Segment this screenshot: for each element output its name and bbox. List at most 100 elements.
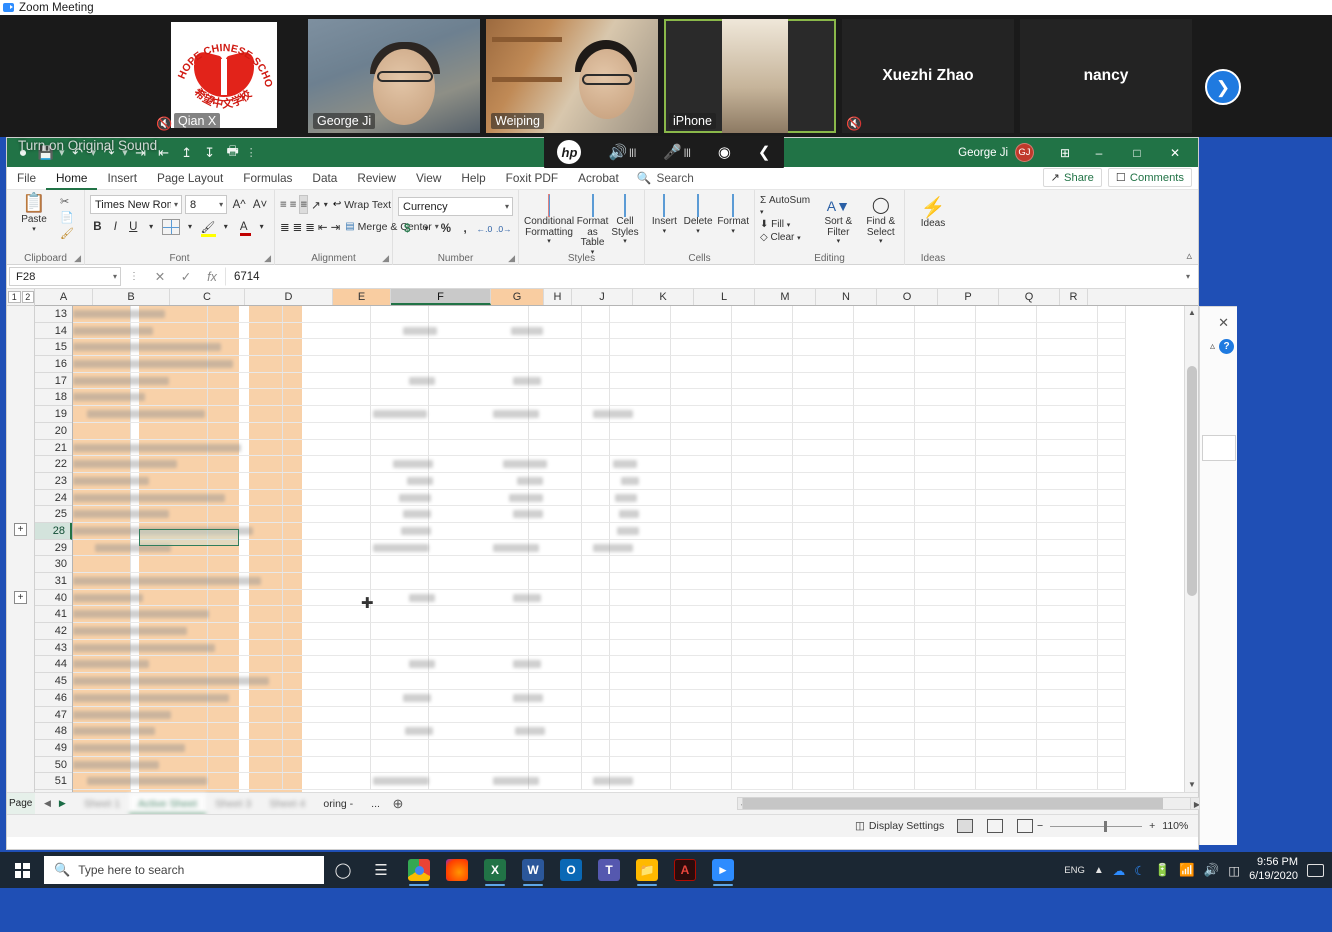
cell-M40[interactable] xyxy=(793,589,854,607)
column-header-k[interactable]: K xyxy=(633,289,694,305)
conditional-formatting-button[interactable]: Conditional Formatting ▾ xyxy=(524,194,574,245)
cell-C51[interactable] xyxy=(208,773,283,790)
cell-H40[interactable] xyxy=(582,589,610,607)
table-row[interactable] xyxy=(73,489,1184,507)
cell-C43[interactable] xyxy=(208,639,283,657)
cell-K17[interactable] xyxy=(671,372,732,390)
cell-G50[interactable] xyxy=(529,756,582,774)
cell-K29[interactable] xyxy=(671,539,732,557)
cell-C44[interactable] xyxy=(208,656,283,674)
row-header-20[interactable]: 20 xyxy=(35,423,72,440)
cell-Q44[interactable] xyxy=(1037,656,1098,674)
cell-R30[interactable] xyxy=(1098,556,1126,573)
outline-level-1-button[interactable]: 1 xyxy=(8,291,21,303)
row-header-15[interactable]: 15 xyxy=(35,339,72,357)
cell-E50[interactable] xyxy=(371,756,429,774)
cell-E21[interactable] xyxy=(371,439,429,457)
cell-D30[interactable] xyxy=(283,556,371,573)
cell-Q43[interactable] xyxy=(1037,639,1098,657)
cell-R29[interactable] xyxy=(1098,539,1126,557)
row-header-40[interactable]: 40 xyxy=(35,590,72,607)
cell-O44[interactable] xyxy=(915,656,976,674)
cell-M48[interactable] xyxy=(793,723,854,740)
cell-P40[interactable] xyxy=(976,589,1037,607)
volume-icon[interactable]: 🔊 xyxy=(1204,863,1220,878)
minimize-icon[interactable]: – xyxy=(1080,138,1118,167)
cell-K16[interactable] xyxy=(671,356,732,373)
fill-button[interactable]: ⬇ Fill ▾ xyxy=(760,219,814,230)
cell-R15[interactable] xyxy=(1098,339,1126,357)
cell-Q25[interactable] xyxy=(1037,506,1098,523)
row-header-44[interactable]: 44 xyxy=(35,656,72,674)
cell-Q50[interactable] xyxy=(1037,756,1098,774)
cell-M47[interactable] xyxy=(793,706,854,724)
cell-K41[interactable] xyxy=(671,606,732,624)
cell-P41[interactable] xyxy=(976,606,1037,624)
cell-M41[interactable] xyxy=(793,606,854,624)
table-row[interactable] xyxy=(73,372,1184,390)
cell-J50[interactable] xyxy=(610,756,671,774)
cell-Q41[interactable] xyxy=(1037,606,1098,624)
cell-M49[interactable] xyxy=(793,739,854,757)
insert-function-icon[interactable]: fx xyxy=(199,270,225,284)
cell-P47[interactable] xyxy=(976,706,1037,724)
cell-R19[interactable] xyxy=(1098,406,1126,423)
cell-C47[interactable] xyxy=(208,706,283,724)
table-row[interactable] xyxy=(73,623,1184,640)
cell-J21[interactable] xyxy=(610,439,671,457)
expand-group-row-40-button[interactable]: + xyxy=(14,591,27,604)
taskbar-app-acrobat[interactable]: A xyxy=(666,852,704,888)
column-header-b[interactable]: B xyxy=(93,289,170,305)
participant-tile-xuezhi-zhao[interactable]: Xuezhi Zhao 🔇 xyxy=(842,19,1014,133)
zoom-in-button[interactable]: + xyxy=(1149,820,1155,832)
cell-K44[interactable] xyxy=(671,656,732,674)
row-header-16[interactable]: 16 xyxy=(35,356,72,373)
cell-D18[interactable] xyxy=(283,389,371,407)
cell-P51[interactable] xyxy=(976,773,1037,790)
tab-file[interactable]: File xyxy=(7,167,46,190)
cell-D28[interactable] xyxy=(283,522,371,540)
cell-F48[interactable] xyxy=(429,723,529,740)
cell-O17[interactable] xyxy=(915,372,976,390)
formula-input[interactable]: 6714 xyxy=(225,267,1180,286)
cell-D19[interactable] xyxy=(283,406,371,423)
cell-K46[interactable] xyxy=(671,689,732,707)
cell-C18[interactable] xyxy=(208,389,283,407)
cell-H13[interactable] xyxy=(582,306,610,323)
row-header-28[interactable]: 28 xyxy=(35,522,72,540)
cell-Q24[interactable] xyxy=(1037,489,1098,507)
cell-O45[interactable] xyxy=(915,673,976,690)
cell-D48[interactable] xyxy=(283,723,371,740)
cell-O23[interactable] xyxy=(915,472,976,490)
cell-P30[interactable] xyxy=(976,556,1037,573)
cell-Q28[interactable] xyxy=(1037,522,1098,540)
taskbar-app-firefox[interactable] xyxy=(438,852,476,888)
cell-N15[interactable] xyxy=(854,339,915,357)
cell-M19[interactable] xyxy=(793,406,854,423)
table-row[interactable] xyxy=(73,706,1184,724)
autosum-button[interactable]: Σ AutoSum ▾ xyxy=(760,195,814,217)
cell-D49[interactable] xyxy=(283,739,371,757)
cell-O51[interactable] xyxy=(915,773,976,790)
cell-F23[interactable] xyxy=(429,472,529,490)
cell-R31[interactable] xyxy=(1098,573,1126,590)
cell-H49[interactable] xyxy=(582,739,610,757)
ideas-button[interactable]: ⚡ Ideas xyxy=(911,197,955,230)
row-header-41[interactable]: 41 xyxy=(35,606,72,624)
cell-O18[interactable] xyxy=(915,389,976,407)
cell-H46[interactable] xyxy=(582,689,610,707)
cell-D43[interactable] xyxy=(283,639,371,657)
cell-H16[interactable] xyxy=(582,356,610,373)
cell-C13[interactable] xyxy=(208,306,283,323)
cell-K45[interactable] xyxy=(671,673,732,690)
table-row[interactable] xyxy=(73,606,1184,624)
cell-Q16[interactable] xyxy=(1037,356,1098,373)
cell-R40[interactable] xyxy=(1098,589,1126,607)
cell-G18[interactable] xyxy=(529,389,582,407)
table-row[interactable] xyxy=(73,339,1184,357)
cell-C20[interactable] xyxy=(208,422,283,440)
cell-K15[interactable] xyxy=(671,339,732,357)
cell-P19[interactable] xyxy=(976,406,1037,423)
cell-N29[interactable] xyxy=(854,539,915,557)
sheet-tab[interactable]: Sheet 4 xyxy=(260,793,314,815)
